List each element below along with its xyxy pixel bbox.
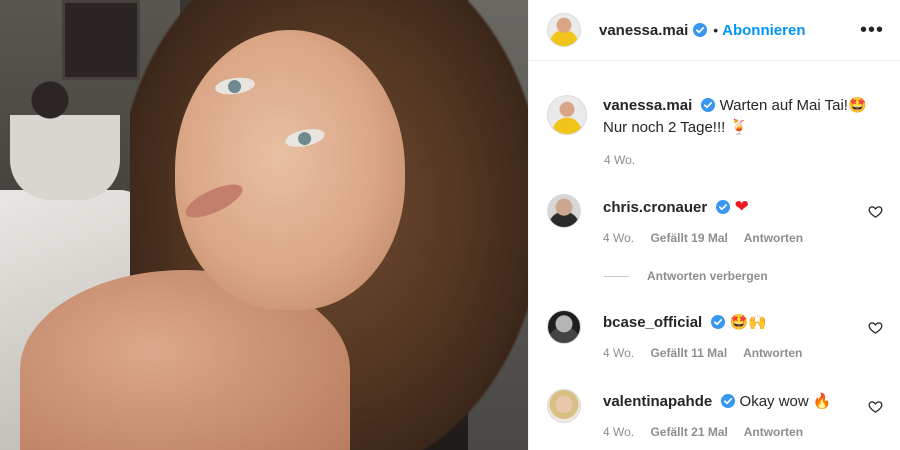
comment-body: bcase_official 🤩🙌 4 Wo. Gefällt 11 Mal A…: [603, 310, 815, 360]
commenter-username[interactable]: chris.cronauer: [603, 199, 707, 216]
post-photo[interactable]: [0, 0, 528, 450]
verified-badge-icon: [721, 394, 736, 408]
comment-fire-emoji: 🔥: [812, 393, 832, 410]
photo-face: [175, 30, 405, 310]
comment-item: valentinapahde Okay wow 🔥 4 Wo. Gefällt …: [547, 389, 893, 439]
post-header: vanessa.mai • Abonnieren •••: [529, 0, 900, 61]
follow-button[interactable]: Abonnieren: [722, 22, 805, 39]
caption-age[interactable]: 4 Wo.: [604, 153, 635, 167]
heart-outline-icon[interactable]: [868, 320, 883, 335]
photo-person-background: [10, 70, 120, 200]
comment-age[interactable]: 4 Wo.: [603, 425, 634, 439]
verified-badge-icon: [701, 98, 716, 112]
author-info: vanessa.mai • Abonnieren: [599, 22, 805, 39]
caption-text-line1: Warten auf Mai Tai!: [719, 97, 848, 114]
comment-text: Okay wow: [739, 393, 809, 410]
caption-author-avatar[interactable]: [547, 95, 587, 135]
comment-reply-button[interactable]: Antworten: [744, 425, 803, 439]
heart-outline-icon[interactable]: [868, 399, 883, 414]
comment-line: chris.cronauer ❤: [603, 194, 816, 218]
caption-cocktail-emoji: 🍹: [729, 119, 749, 136]
commenter-username[interactable]: valentinapahde: [603, 393, 712, 410]
verified-badge-icon: [693, 23, 708, 37]
photo-wall-frame: [62, 0, 140, 80]
comment-item: bcase_official 🤩🙌 4 Wo. Gefällt 11 Mal A…: [547, 310, 893, 360]
comment-age[interactable]: 4 Wo.: [603, 346, 634, 360]
comment-like-count[interactable]: Gefällt 21 Mal: [650, 425, 727, 439]
comment-emoji: 🤩🙌: [729, 314, 767, 331]
comment-reply-button[interactable]: Antworten: [744, 231, 803, 245]
commenter-avatar[interactable]: [547, 194, 581, 228]
caption-star-eyes-emoji: 🤩: [847, 97, 867, 114]
caption-text-line2: Nur noch 2 Tage!!!: [603, 119, 726, 136]
comment-body: valentinapahde Okay wow 🔥 4 Wo. Gefällt …: [603, 389, 832, 439]
caption-text-block: vanessa.mai Warten auf Mai Tai!🤩 Nur noc…: [603, 95, 867, 139]
commenter-username[interactable]: bcase_official: [603, 314, 702, 331]
comment-age[interactable]: 4 Wo.: [603, 231, 634, 245]
comment-body: chris.cronauer ❤ 4 Wo. Gefällt 19 Mal An…: [603, 194, 816, 245]
commenter-avatar[interactable]: [547, 389, 581, 423]
commenter-avatar[interactable]: [547, 310, 581, 344]
comment-meta: 4 Wo. Gefällt 21 Mal Antworten: [603, 425, 832, 439]
comment-item: chris.cronauer ❤ 4 Wo. Gefällt 19 Mal An…: [547, 194, 893, 245]
comment-line: valentinapahde Okay wow 🔥: [603, 389, 832, 412]
post-caption: vanessa.mai Warten auf Mai Tai!🤩 Nur noc…: [547, 95, 887, 167]
heart-outline-icon[interactable]: [868, 204, 883, 219]
hide-replies-button[interactable]: Antworten verbergen: [604, 269, 768, 283]
hide-replies-label: Antworten verbergen: [647, 269, 768, 283]
caption-author-username[interactable]: vanessa.mai: [603, 97, 692, 114]
comment-like-count[interactable]: Gefällt 11 Mal: [650, 346, 727, 360]
comment-like-count[interactable]: Gefällt 19 Mal: [650, 231, 727, 245]
comment-meta: 4 Wo. Gefällt 19 Mal Antworten: [603, 231, 816, 245]
hide-replies-line: [604, 275, 629, 277]
comment-line: bcase_official 🤩🙌: [603, 310, 815, 333]
comment-meta: 4 Wo. Gefällt 11 Mal Antworten: [603, 346, 815, 360]
author-username[interactable]: vanessa.mai: [599, 22, 688, 39]
author-avatar[interactable]: [547, 13, 581, 47]
post-side-panel: vanessa.mai • Abonnieren ••• vanessa.mai…: [528, 0, 900, 450]
verified-badge-icon: [716, 200, 731, 214]
verified-badge-icon: [711, 315, 726, 329]
header-separator-dot: •: [713, 22, 719, 38]
more-options-icon[interactable]: •••: [860, 20, 884, 40]
comment-reply-button[interactable]: Antworten: [743, 346, 802, 360]
comment-heart-emoji: ❤: [734, 197, 749, 216]
